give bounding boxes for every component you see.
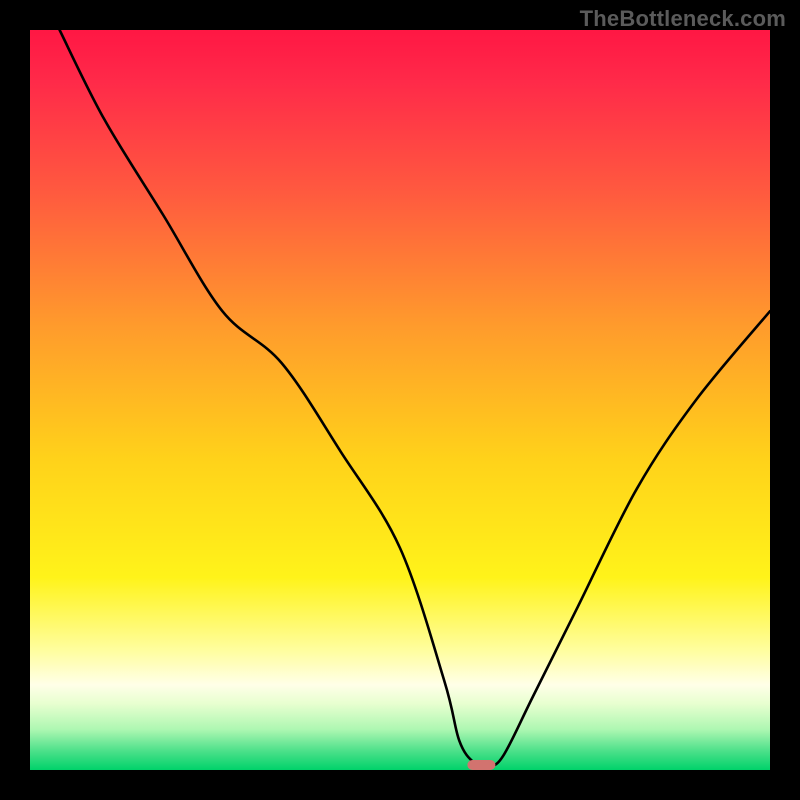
min-marker bbox=[467, 760, 495, 770]
plot-background bbox=[30, 30, 770, 770]
chart-frame: { "watermark": "TheBottleneck.com", "cha… bbox=[0, 0, 800, 800]
bottleneck-chart bbox=[0, 0, 800, 800]
watermark-text: TheBottleneck.com bbox=[580, 6, 786, 32]
